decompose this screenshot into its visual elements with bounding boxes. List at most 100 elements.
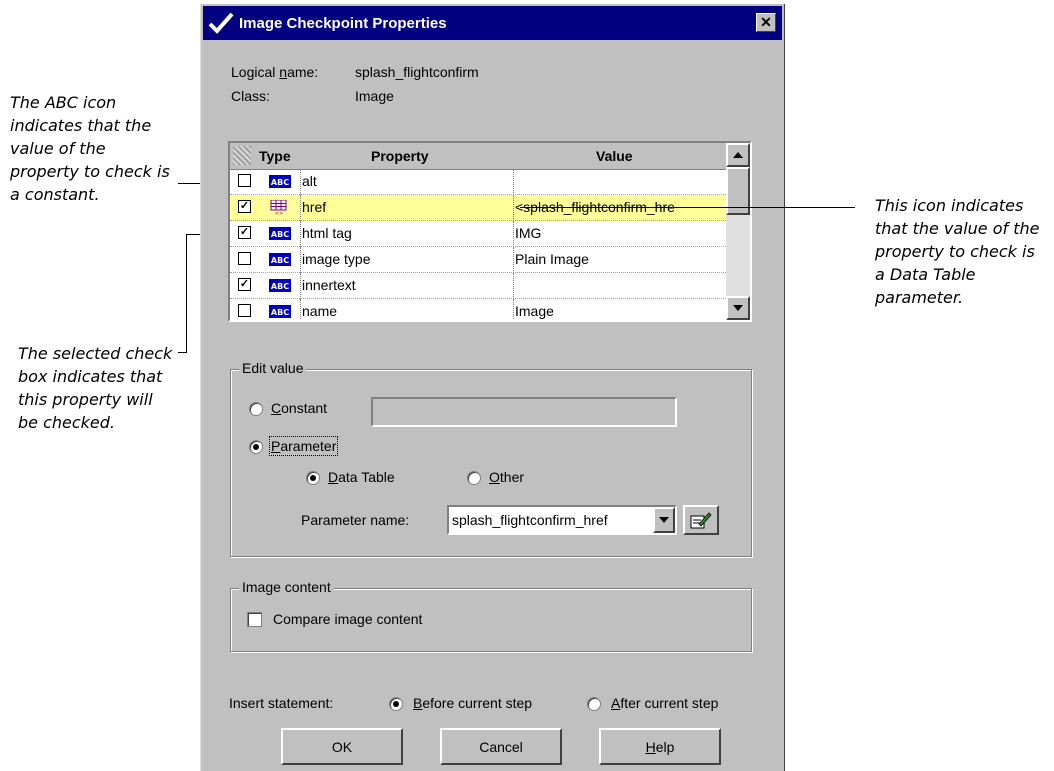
value-cell: IMG [515,225,542,241]
annotation-line: be checked. [18,413,116,432]
help-button-label: Help [645,738,675,755]
grid-line [300,169,301,195]
grid-vertical-scrollbar[interactable] [726,143,750,320]
annotation-line: property to check is [10,162,170,181]
before-current-step-radio[interactable] [389,697,403,711]
checkbox-leader-line-tick [178,352,187,353]
close-button[interactable]: ✕ [756,13,776,32]
checkmark-icon [208,12,234,34]
help-button[interactable]: Help [599,728,721,765]
data-table-label[interactable]: Data Table [328,469,395,485]
data-table-radio[interactable] [306,471,320,485]
scroll-up-button[interactable] [726,143,750,167]
parameter-name-label: Parameter name: [301,512,410,528]
annotation-line: property to check is [875,242,1035,261]
parameter-radio[interactable] [249,440,263,454]
svg-text:ABC: ABC [271,308,289,317]
cancel-button[interactable]: Cancel [440,728,562,765]
row-checkbox[interactable] [238,174,251,187]
column-header-property[interactable]: Property [371,148,429,164]
datatable-icon: <> [270,200,287,215]
select-all-corner[interactable] [233,146,251,165]
row-checkbox[interactable]: ✓ [238,200,251,213]
after-current-step-radio[interactable] [587,697,601,711]
annotation-line: The ABC icon [10,93,117,112]
constant-value-field[interactable] [371,397,677,427]
grid-line [513,195,514,221]
annotation-line: parameter. [875,288,964,307]
value-cell: Plain Image [515,251,589,267]
constant-label[interactable]: Constant [271,400,327,416]
grid-line [300,195,301,221]
property-cell: innertext [302,277,356,293]
property-cell: name [302,303,338,319]
row-checkbox[interactable] [238,304,251,317]
grid-line [513,299,514,320]
image-content-group-label: Image content [239,579,334,595]
ok-button[interactable]: OK [281,728,403,765]
image-checkpoint-dialog: Image Checkpoint Properties ✕ Logical na… [200,4,785,771]
before-current-step-label[interactable]: Before current step [413,695,532,711]
annotation-line: box indicates that [18,367,163,386]
column-header-value[interactable]: Value [596,148,633,164]
arrow-up-icon [733,152,743,158]
title-bar[interactable]: Image Checkpoint Properties ✕ [203,6,782,40]
abc-icon: ABC [269,279,291,292]
class-value: Image [355,88,394,104]
class-label: Class: [231,88,270,104]
table-row[interactable]: ABC alt [230,169,726,195]
parameter-name-value: splash_flightconfirm_href [452,512,608,528]
value-cell: Image [515,303,554,319]
column-header-type[interactable]: Type [259,148,291,164]
scroll-down-button[interactable] [726,296,750,320]
abc-icon: ABC [269,253,291,266]
chevron-down-icon [659,517,669,523]
grid-line [300,273,301,299]
after-current-step-label[interactable]: After current step [611,695,718,711]
row-checkbox[interactable]: ✓ [238,226,251,239]
property-cell: href [302,199,327,215]
parameter-name-dropdown-button[interactable] [653,507,675,533]
table-row[interactable]: ✓ ABC html tag IMG [230,221,726,247]
annotation-line: a Data Table [875,265,976,284]
annotation-line: value of the [10,139,106,158]
insert-statement-label: Insert statement: [229,695,334,711]
table-row[interactable]: ABC name Image [230,299,726,320]
grid-line [300,221,301,247]
annotation-line: The selected check [18,344,173,363]
compare-image-label[interactable]: Compare image content [273,611,422,627]
other-label[interactable]: Other [489,469,524,485]
property-cell: html tag [302,225,352,241]
properties-grid[interactable]: Type Property Value ABC alt ✓ <> href <splash… [228,141,752,322]
ok-button-label: OK [331,738,353,755]
compare-image-checkbox[interactable] [247,612,262,627]
close-icon: ✕ [760,14,772,30]
annotation-line: this property will [18,390,153,409]
dialog-title: Image Checkpoint Properties [239,14,447,32]
constant-radio[interactable] [249,402,263,416]
property-cell: image type [302,251,371,267]
table-row[interactable]: ✓ ABC innertext [230,273,726,299]
logical-name-label: Logical name: [231,64,319,80]
row-checkbox[interactable]: ✓ [238,278,251,291]
cancel-button-label: Cancel [479,738,523,755]
abc-icon: ABC [269,305,291,318]
svg-text:ABC: ABC [271,256,289,265]
grid-line [513,221,514,247]
grid-line [513,169,514,195]
annotation-line: a constant. [10,185,100,204]
abc-icon-annotation: The ABC icon indicates that the value of… [10,91,170,206]
property-cell: alt [302,173,317,189]
table-row[interactable]: ABC image type Plain Image [230,247,726,273]
parameter-label[interactable]: Parameter [268,436,339,456]
checkbox-leader-line-v [186,234,187,352]
parameter-name-combo[interactable]: splash_flightconfirm_href [447,505,677,535]
row-checkbox[interactable] [238,252,251,265]
arrow-down-icon [733,305,743,311]
grid-line [513,273,514,299]
edit-value-group-label: Edit value [239,360,307,376]
table-row[interactable]: ✓ <> href <splash_flightconfirm_hre [230,195,726,221]
other-radio[interactable] [467,471,481,485]
grid-line [300,299,301,320]
edit-parameter-button[interactable] [683,505,719,535]
